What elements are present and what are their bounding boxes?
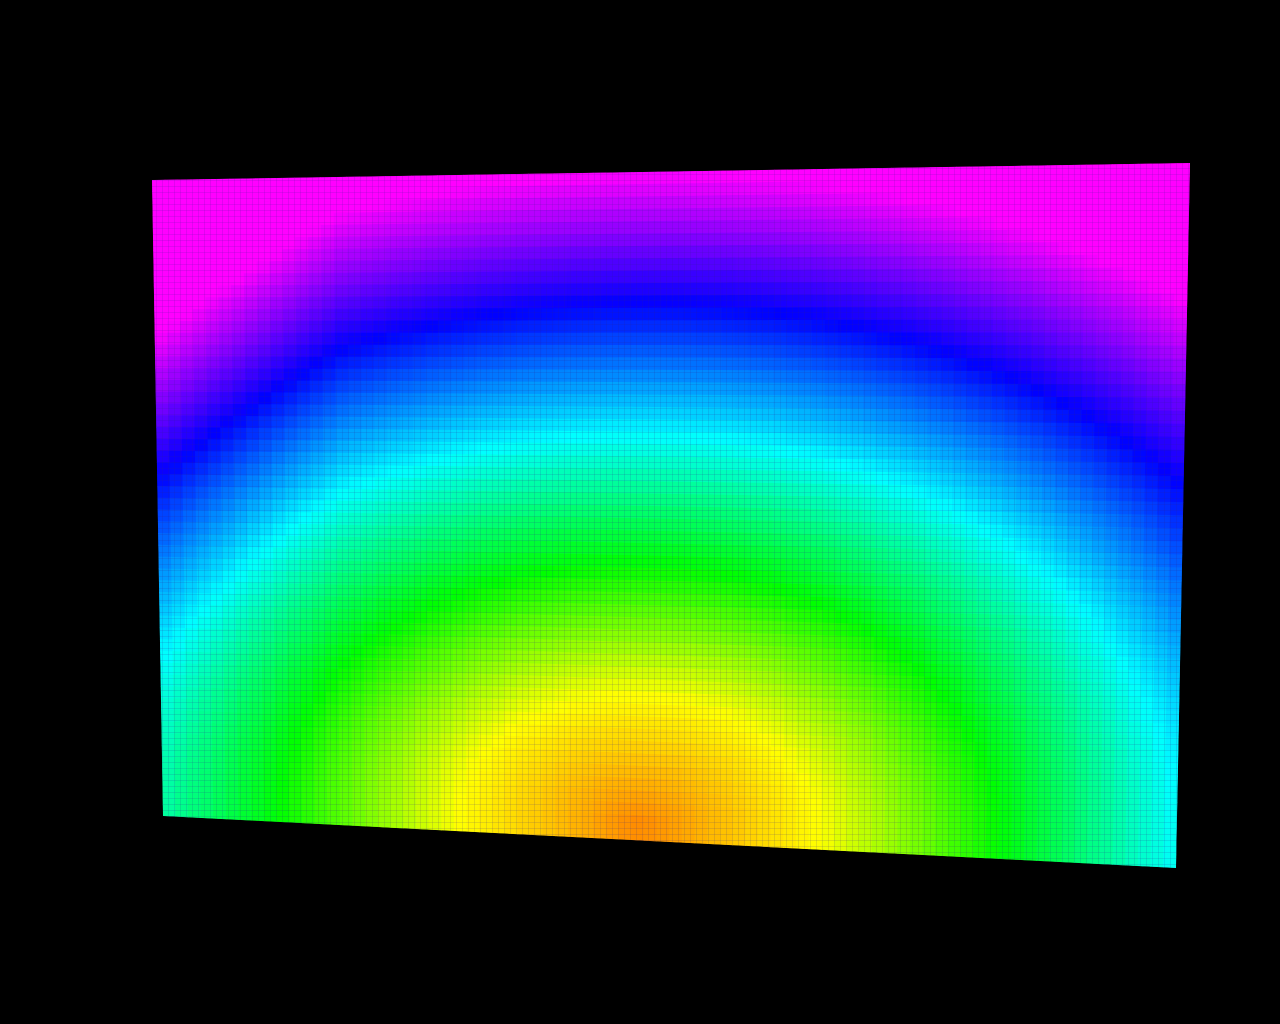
- surface-grid-overlay: [152, 163, 1190, 868]
- render-viewport[interactable]: [0, 0, 1280, 1024]
- surface-render: [152, 163, 1190, 868]
